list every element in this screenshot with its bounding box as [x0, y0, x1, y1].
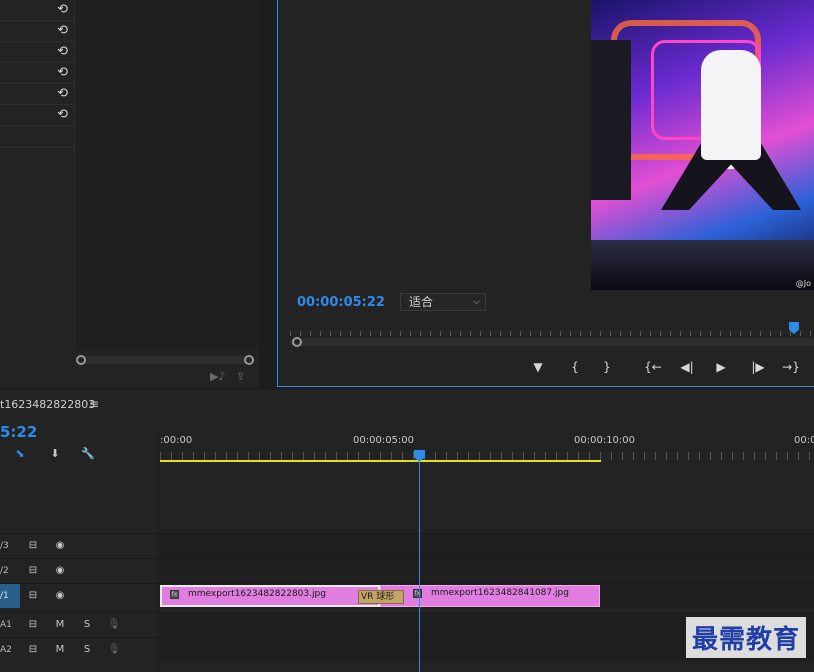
effect-row — [0, 126, 74, 148]
sync-lock-icon[interactable]: ⊟ — [26, 584, 40, 608]
transition[interactable]: VR 球形 — [358, 590, 404, 604]
program-monitor: @Jo 00:00:05:22 适合 ⌵ ▼ { } {← ◀| ▶ |▶ →} — [277, 0, 814, 387]
eye-icon[interactable]: ◉ — [53, 559, 67, 583]
scrollbar-end-handle[interactable] — [244, 355, 254, 365]
sync-lock-icon[interactable]: ⊟ — [26, 534, 40, 558]
time-ruler[interactable]: :00:00 00:00:05:00 00:00:10:00 00:0 — [160, 430, 814, 462]
monitor-zoom-scrollbar[interactable] — [290, 338, 814, 346]
reset-icon[interactable]: ⟲ — [57, 108, 68, 122]
clip-name: mmexport1623482822803.jpg — [188, 589, 326, 599]
track-lane[interactable] — [160, 559, 814, 583]
stage-floor — [591, 240, 814, 290]
reset-icon[interactable]: ⟲ — [57, 87, 68, 101]
eye-icon[interactable]: ◉ — [53, 534, 67, 558]
ruler-ticks — [160, 452, 814, 460]
panel-menu-icon[interactable]: ≡ — [89, 397, 99, 411]
add-marker-button[interactable]: ▼ — [529, 358, 547, 376]
track-label[interactable]: /2 — [0, 559, 20, 583]
dancer — [701, 50, 761, 160]
export-icon[interactable]: ⇪ — [236, 370, 245, 383]
track-v3: /3 ⊟ ◉ — [0, 533, 814, 558]
add-marker-icon[interactable]: ⬇ — [47, 446, 63, 462]
step-back-button[interactable]: ◀| — [677, 358, 697, 376]
brand-watermark: 最需教育 — [685, 617, 806, 658]
track-label[interactable]: A1 — [0, 613, 20, 637]
work-area-bar[interactable] — [160, 460, 601, 462]
timeline-timecode[interactable]: 5:22 — [0, 423, 37, 441]
track-lane[interactable] — [160, 534, 814, 558]
track-header: /3 ⊟ ◉ — [0, 534, 158, 558]
solo-button[interactable]: S — [80, 613, 94, 637]
microphone-icon[interactable]: 🎙 — [107, 638, 121, 662]
playhead-timecode[interactable]: 00:00:05:22 — [297, 295, 385, 310]
reset-icon[interactable]: ⟲ — [57, 45, 68, 59]
track-label[interactable]: A2 — [0, 638, 20, 662]
track-label[interactable]: /1 — [0, 584, 20, 608]
background-dancer — [591, 40, 631, 200]
reset-icon[interactable]: ⟲ — [57, 66, 68, 80]
fx-badge-icon: fx — [413, 589, 422, 598]
mark-in-button[interactable]: { — [566, 358, 584, 376]
go-to-out-button[interactable]: →} — [780, 358, 802, 376]
sync-lock-icon[interactable]: ⊟ — [26, 613, 40, 637]
effect-controls-panel: ⟲ ⟲ ⟲ ⟲ ⟲ ⟲ ▶♪ ⇪ — [0, 0, 259, 387]
ruler-label: 00:00:05:00 — [353, 435, 415, 446]
clip[interactable]: fx mmexport1623482822803.jpg — [160, 585, 380, 607]
track-header: /2 ⊟ ◉ — [0, 559, 158, 583]
scrollbar-start-handle[interactable] — [76, 355, 86, 365]
reset-icon[interactable]: ⟲ — [57, 3, 68, 17]
effect-row: ⟲ — [0, 84, 74, 105]
mute-button[interactable]: M — [53, 613, 67, 637]
effect-row: ⟲ — [0, 21, 74, 42]
ruler-label: 00:0 — [794, 435, 814, 446]
sync-lock-icon[interactable]: ⊟ — [26, 638, 40, 662]
solo-button[interactable]: S — [80, 638, 94, 662]
snap-icon[interactable]: ⬊ — [12, 446, 28, 462]
track-header: A2 ⊟ M S 🎙 — [0, 638, 158, 662]
video-preview: @Jo — [591, 0, 814, 290]
go-to-in-button[interactable]: {← — [642, 358, 664, 376]
effect-row: ⟲ — [0, 42, 74, 63]
ruler-label: :00:00 — [160, 435, 193, 446]
play-button[interactable]: ▶ — [712, 358, 730, 376]
effect-row: ⟲ — [0, 105, 74, 126]
clip-name: mmexport1623482841087.jpg — [431, 588, 569, 598]
zoom-select[interactable]: 适合 ⌵ — [400, 293, 486, 311]
scrollbar-handle[interactable] — [292, 337, 302, 347]
keyframe-scrollbar[interactable] — [78, 356, 253, 364]
keyframe-area — [75, 0, 259, 350]
fx-badge-icon: fx — [170, 590, 179, 599]
wrench-icon[interactable]: 🔧 — [80, 446, 96, 462]
monitor-time-ruler[interactable] — [290, 320, 814, 336]
sequence-tab[interactable]: t1623482822803 — [0, 398, 95, 411]
track-v1: /1 ⊟ ◉ fx mmexport1623482822803.jpg fx m… — [0, 583, 814, 608]
video-watermark: @Jo — [795, 279, 811, 288]
mark-out-button[interactable]: } — [598, 358, 616, 376]
clip[interactable]: fx mmexport1623482841087.jpg — [380, 585, 600, 607]
track-v2: /2 ⊟ ◉ — [0, 558, 814, 583]
track-label[interactable]: /3 — [0, 534, 20, 558]
step-forward-button[interactable]: |▶ — [748, 358, 768, 376]
eye-icon[interactable]: ◉ — [53, 584, 67, 608]
ruler-label: 00:00:10:00 — [574, 435, 636, 446]
track-header: /1 ⊟ ◉ — [0, 584, 158, 608]
reset-icon[interactable]: ⟲ — [57, 24, 68, 38]
sync-lock-icon[interactable]: ⊟ — [26, 559, 40, 583]
microphone-icon[interactable]: 🎙 — [107, 613, 121, 637]
track-lane[interactable]: fx mmexport1623482822803.jpg fx mmexport… — [160, 584, 814, 608]
effect-row: ⟲ — [0, 63, 74, 84]
play-audio-icon[interactable]: ▶♪ — [210, 370, 225, 383]
effect-row: ⟲ — [0, 0, 74, 21]
chevron-down-icon: ⌵ — [473, 297, 480, 307]
mute-button[interactable]: M — [53, 638, 67, 662]
track-header: A1 ⊟ M S 🎙 — [0, 613, 158, 637]
playhead-line — [419, 462, 420, 672]
zoom-value: 适合 — [409, 295, 434, 309]
